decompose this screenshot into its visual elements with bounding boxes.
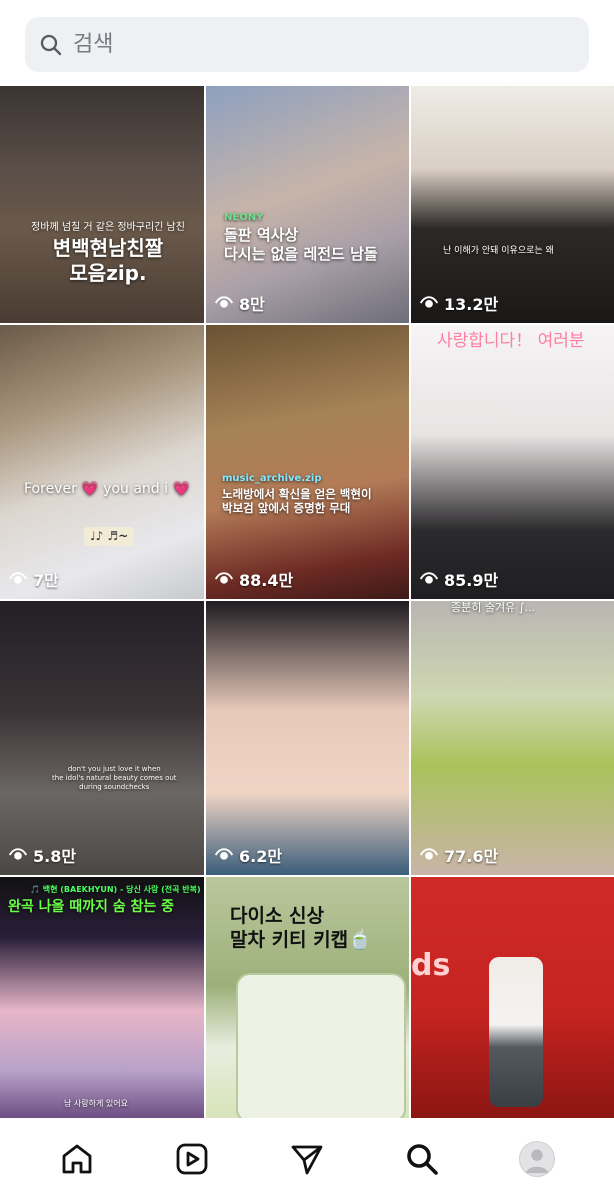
tile-caption: 사랑합니다！ 여러분 <box>437 331 585 351</box>
profile-avatar-icon <box>525 1149 548 1174</box>
view-count: 77.6만 <box>419 843 498 867</box>
explore-grid: 정바께 넘칠 거 같은 정바구리긴 남친 변백현남친짤 모음zip. NEONY… <box>0 86 614 1118</box>
tile-caption: Forever 💗 you and i 💗 <box>24 481 190 497</box>
search-icon <box>406 1144 438 1175</box>
eye-icon <box>214 848 234 860</box>
tile-caption-small: 난 이해가 안돼 이유으로는 왜 <box>443 246 554 256</box>
view-count: 7만 <box>8 567 59 591</box>
grid-tile[interactable]: Forever 💗 you and i 💗 ♩♪ ♬~ 7만 <box>0 325 204 599</box>
view-count-text: 6.2만 <box>239 847 283 866</box>
grid-tile[interactable]: 난 이해가 안돼 이유으로는 왜 13.2만 <box>411 86 614 323</box>
tile-caption-small: 남 사랑하게 있어요 <box>64 1099 128 1108</box>
view-count: 13.2만 <box>419 291 498 315</box>
view-count: 5.8만 <box>8 843 76 867</box>
search-input[interactable] <box>73 24 553 65</box>
grid-tile[interactable]: 🎵 백현 (BAEKHYUN) - 당신 사랑 (전곡 반복) 완곡 나올 때까… <box>0 877 204 1118</box>
eye-icon <box>419 848 439 860</box>
eye-icon <box>214 296 234 308</box>
grid-tile[interactable]: 다이소 신상 말차 키티 키캡🍵 <box>206 877 409 1118</box>
view-count-text: 85.9만 <box>444 571 499 590</box>
eye-icon <box>8 848 28 860</box>
tile-caption: 다이소 신상 말차 키티 키캡🍵 <box>230 905 372 951</box>
eye-icon <box>419 572 439 584</box>
tile-caption: 노래방에서 확신을 얻은 백현이 박보검 앞에서 증명한 무대 <box>222 487 372 516</box>
tile-caption-big: 변백현남친짤 모음zip. <box>52 236 164 285</box>
tile-caption-small: don't you just love it when the idol's n… <box>52 765 177 791</box>
grid-tile[interactable]: ds <box>411 877 614 1118</box>
grid-tile[interactable]: music_archive.zip 노래방에서 확신을 얻은 백현이 박보검 앞… <box>206 325 409 599</box>
tile-sticker: ♩♪ ♬~ <box>84 527 135 546</box>
tile-caption: 완곡 나올 때까지 숨 참는 중 <box>8 899 175 915</box>
eye-icon <box>214 572 234 584</box>
nav-send[interactable] <box>283 1135 331 1183</box>
nav-search[interactable] <box>398 1135 446 1183</box>
view-count: 88.4만 <box>214 567 293 591</box>
view-count-text: 8만 <box>239 295 265 314</box>
search-bar[interactable] <box>25 17 589 72</box>
view-count: 6.2만 <box>214 843 282 867</box>
nav-home[interactable] <box>53 1135 101 1183</box>
view-count: 8만 <box>214 291 265 315</box>
home-icon <box>62 1144 92 1174</box>
view-count-text: 7만 <box>33 571 59 590</box>
send-icon <box>291 1145 323 1175</box>
view-count-text: 13.2만 <box>444 295 499 314</box>
person-figure <box>489 957 543 1107</box>
reels-icon <box>176 1143 208 1175</box>
nav-profile[interactable] <box>513 1135 561 1183</box>
grid-tile[interactable]: NEONY 돌판 역사상 다시는 없을 레전드 남돌 8만 <box>206 86 409 323</box>
search-icon <box>40 34 62 55</box>
grid-tile[interactable]: 6.2만 <box>206 601 409 875</box>
avatar <box>518 1141 555 1177</box>
eye-icon <box>8 572 28 584</box>
view-count: 85.9만 <box>419 567 498 591</box>
tile-tag: music_archive.zip <box>222 473 322 484</box>
tile-caption: 돌판 역사상 다시는 없을 레전드 남돌 <box>224 226 378 263</box>
eye-icon <box>419 296 439 308</box>
bottom-nav <box>0 1118 614 1200</box>
calculator-image <box>236 973 406 1118</box>
tile-caption-small: 종분히 술겨유 ∫... <box>451 601 535 614</box>
grid-tile[interactable]: 종분히 술겨유 ∫... 77.6만 <box>411 601 614 875</box>
tile-caption: ds <box>411 948 451 983</box>
tile-brand: NEONY <box>224 212 264 223</box>
tile-caption-small: 정바께 넘칠 거 같은 정바구리긴 남친 <box>31 222 185 233</box>
view-count-text: 5.8만 <box>33 847 77 866</box>
nav-reels[interactable] <box>168 1135 216 1183</box>
grid-tile[interactable]: 정바께 넘칠 거 같은 정바구리긴 남친 변백현남친짤 모음zip. <box>0 86 204 323</box>
grid-tile[interactable]: 사랑합니다！ 여러분 85.9만 <box>411 325 614 599</box>
view-count-text: 88.4만 <box>239 571 294 590</box>
view-count-text: 77.6만 <box>444 847 499 866</box>
grid-tile[interactable]: don't you just love it when the idol's n… <box>0 601 204 875</box>
search-header <box>0 0 614 86</box>
tile-caption-small: 🎵 백현 (BAEKHYUN) - 당신 사랑 (전곡 반복) <box>30 885 201 894</box>
